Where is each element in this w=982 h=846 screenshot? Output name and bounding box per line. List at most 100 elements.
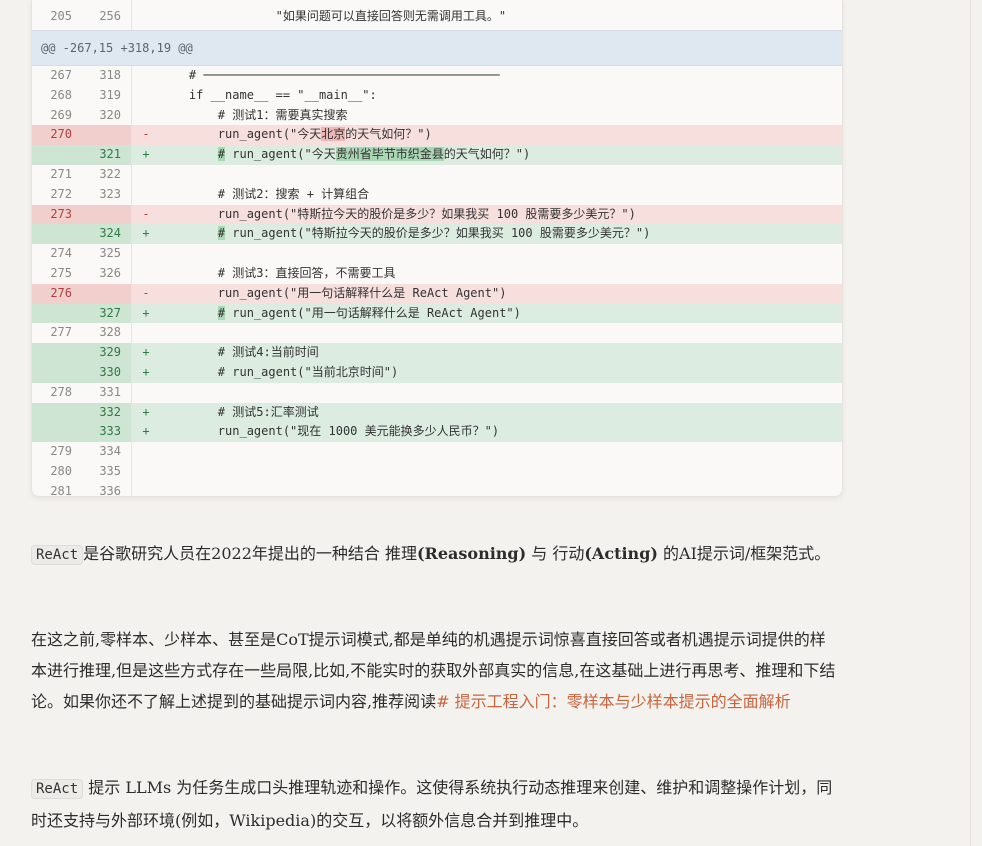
code-text: 的天气如何？") <box>443 147 531 162</box>
diff-sign <box>132 244 160 264</box>
new-line-number: 325 <box>82 244 132 264</box>
new-line-number: 319 <box>82 85 132 106</box>
old-line-number: 269 <box>50 107 72 122</box>
new-line-number: 320 <box>82 105 132 126</box>
article-paragraph-2: 在这之前,零样本、少样本、甚至是CoT提示词模式,都是单纯的机遇提示词惊喜直接回… <box>31 624 841 717</box>
code-line: "如果问题可以直接回答则无需调用工具。" <box>160 9 507 23</box>
old-line-number: 268 <box>50 87 72 102</box>
old-line-number: 274 <box>50 246 72 261</box>
diff-row: 281 336 <box>32 481 842 496</box>
diff-sign: + <box>142 147 150 162</box>
diff-row-deleted: 270 - run_agent("今天北京的天气如何？") <box>32 125 842 146</box>
new-line-number <box>82 125 132 146</box>
new-line-number: 330 <box>82 362 132 383</box>
new-line-number: 322 <box>82 164 132 185</box>
diff-row: 272 323 # 测试2：搜索 + 计算组合 <box>32 184 842 205</box>
diff-sign <box>132 383 160 403</box>
diff-row: 268 319 if __name__ == "__main__": <box>32 85 842 106</box>
diff-row-added: 330 + # run_agent("当前北京时间") <box>32 362 842 383</box>
diff-sign: + <box>142 345 150 360</box>
diff-sign <box>132 462 160 482</box>
old-line-number: 278 <box>50 384 72 399</box>
diff-sign: + <box>142 424 150 439</box>
code-line: # run_agent("今天贵州省毕节市织金县的天气如何？") <box>160 145 842 165</box>
changed-text-highlight: 贵州省毕节市织金县 <box>335 147 444 162</box>
diff-row-added: 332 + # 测试5:汇率测试 <box>32 402 842 423</box>
new-line-number: 335 <box>82 461 132 482</box>
link-prompt-engineering[interactable]: # 提示工程入门：零样本与少样本提示的全面解析 <box>436 692 791 711</box>
diff-row-deleted: 273 - run_agent("特斯拉今天的股价是多少？如果我买 100 股需要… <box>32 204 842 225</box>
diff-row-deleted: 276 - run_agent("用一句话解释什么是 ReAct Agent") <box>32 283 842 304</box>
diff-row: 269 320 # 测试1：需要真实搜索 <box>32 105 842 126</box>
changed-text-highlight: # <box>217 226 226 241</box>
text-span: 提示 LLMs 为任务生成口头推理轨迹和操作。这使得系统执行动态推理来创建、维护… <box>31 778 833 830</box>
diff-row: 279 334 <box>32 442 842 462</box>
bold-reasoning: (Reasoning) <box>416 544 527 563</box>
old-line-number <box>32 343 82 363</box>
code-text: 的天气如何？") <box>345 127 432 142</box>
old-line-number <box>32 303 82 324</box>
hunk-header[interactable]: @@ -267,15 +318,19 @@ <box>32 30 842 66</box>
code-text: run_agent("特斯拉今天的股价是多少？如果我买 100 股需要多少美元？… <box>160 206 636 221</box>
diff-sign <box>132 86 160 106</box>
code-text: # 测试1：需要真实搜索 <box>160 107 348 122</box>
code-line: run_agent("现在 1000 美元能换多少人民币？") <box>160 422 842 442</box>
new-line-number: 334 <box>82 442 132 462</box>
diff-row-added: 321 + # run_agent("今天贵州省毕节市织金县的天气如何？") <box>32 145 842 165</box>
old-line-number <box>32 145 82 165</box>
new-line-number: 323 <box>82 184 132 205</box>
diff-row-added: 333 + run_agent("现在 1000 美元能换多少人民币？") <box>32 422 842 443</box>
diff-row: 271 322 <box>32 164 842 185</box>
diff-sign: + <box>142 364 150 379</box>
old-line-number: 273 <box>32 204 82 225</box>
inline-code-react: ReAct <box>31 545 84 565</box>
code-line: run_agent("用一句话解释什么是 ReAct Agent") <box>160 284 842 304</box>
diff-row: 280 335 <box>32 461 842 482</box>
diff-row: 275 326 # 测试3：直接回答，不需要工具 <box>32 263 842 284</box>
diff-row: 205 256 "如果问题可以直接回答则无需调用工具。" <box>32 0 842 30</box>
diff-sign <box>132 323 160 343</box>
code-text: # ──────────────────────────────────────… <box>160 68 500 82</box>
diff-sign: + <box>142 404 150 419</box>
diff-sign <box>132 442 160 462</box>
new-line-number: 326 <box>82 263 132 284</box>
new-line-number: 336 <box>82 481 132 496</box>
diff-row-added: 324 + # run_agent("特斯拉今天的股价是多少？如果我买 100 股… <box>32 224 842 245</box>
diff-row: 267 318 # ───────────────────────────────… <box>32 66 842 86</box>
old-line-number <box>32 224 82 245</box>
text-span: 与 行动 <box>526 544 585 563</box>
code-line: # 测试5:汇率测试 <box>160 403 842 423</box>
code-line: if __name__ == "__main__": <box>160 86 842 106</box>
code-text: run_agent("今天 <box>160 127 322 142</box>
code-line: # run_agent("用一句话解释什么是 ReAct Agent") <box>160 304 842 324</box>
new-line-number: 321 <box>82 145 132 165</box>
diff-sign <box>132 185 160 205</box>
code-text: run_agent("特斯拉今天的股价是多少？如果我买 100 股需要多少美元？… <box>225 226 651 241</box>
old-line-number: 270 <box>32 125 82 146</box>
text-span: 是谷歌研究人员在2022年提出的一种结合 推理 <box>83 544 417 563</box>
old-line-number <box>32 362 82 383</box>
code-text: # 测试2：搜索 + 计算组合 <box>160 186 370 201</box>
code-line: # ──────────────────────────────────────… <box>160 66 842 86</box>
code-text: run_agent("今天 <box>225 147 336 162</box>
code-line: # 测试2：搜索 + 计算组合 <box>160 185 842 205</box>
old-line-number <box>32 422 82 443</box>
changed-text-highlight: 北京 <box>321 127 346 142</box>
code-text: # run_agent("当前北京时间") <box>160 364 399 379</box>
code-text: # 测试5:汇率测试 <box>160 404 319 419</box>
page-divider <box>970 0 971 846</box>
code-line: # run_agent("特斯拉今天的股价是多少？如果我买 100 股需要多少美… <box>160 224 842 244</box>
diff-sign: - <box>142 285 150 300</box>
new-line-number <box>82 204 132 225</box>
old-line-number: 277 <box>50 325 72 340</box>
changed-text-highlight: # <box>217 305 226 320</box>
new-line-number: 256 <box>82 0 132 30</box>
inline-code-react: ReAct <box>31 779 84 799</box>
code-line: # 测试1：需要真实搜索 <box>160 106 842 126</box>
code-line: run_agent("今天北京的天气如何？") <box>160 125 842 145</box>
diff-sign <box>132 482 160 496</box>
